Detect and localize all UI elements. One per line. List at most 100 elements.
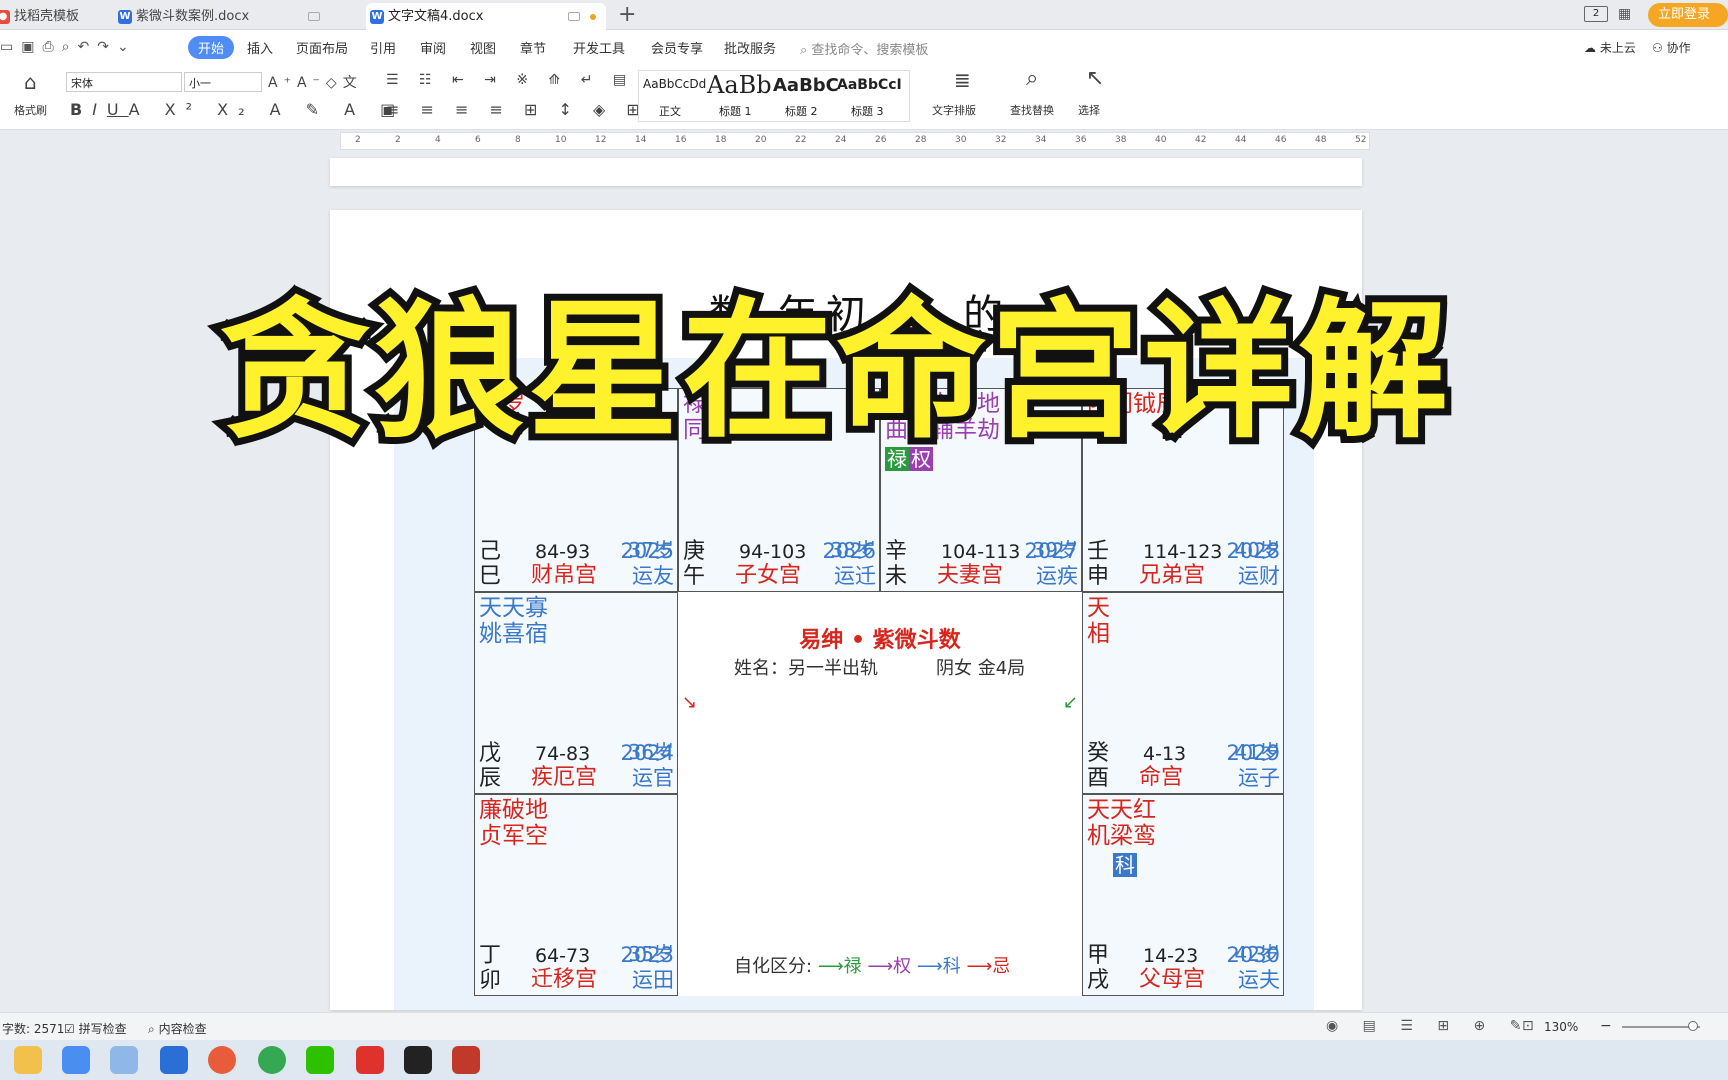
- palace-ganzhi: 戊辰: [479, 741, 502, 791]
- notes-icon[interactable]: [110, 1046, 138, 1074]
- menu-developer[interactable]: 开发工具: [573, 38, 625, 57]
- view-mode-icons[interactable]: ◉ ▤ ☰ ⊞ ⊕ ✎: [1326, 1018, 1531, 1034]
- lu-arrow-icon: ⟶: [817, 956, 844, 977]
- tab-label: 文字文稿4.docx: [388, 9, 484, 24]
- palace-year-value: 2024: [620, 741, 674, 765]
- text-layout-label[interactable]: 文字排版: [932, 102, 976, 118]
- wps-icon[interactable]: [356, 1046, 384, 1074]
- palace-year-value: 2029: [1226, 741, 1280, 765]
- palace-yun: 运夫: [1238, 968, 1280, 992]
- find-replace-label[interactable]: 查找替换: [1010, 102, 1054, 118]
- palace-cell: 禄同阴存星 庚午 94-103 子女宫 38岁 2026 运迁: [678, 388, 880, 592]
- menu-chapter[interactable]: 章节: [520, 38, 546, 57]
- align-tools-icons[interactable]: ≡ ≡ ≡ ≡ ⊞ ↕ ◈ ⊞: [386, 100, 648, 119]
- command-search[interactable]: ⌕ 查找命令、搜索模板: [800, 39, 928, 58]
- arrow-left-icon: ↘: [682, 692, 698, 713]
- zoom-level[interactable]: 130%: [1544, 1020, 1578, 1034]
- style-h1-label[interactable]: 标题 1: [719, 103, 752, 119]
- qq-icon[interactable]: [404, 1046, 432, 1074]
- window-icon[interactable]: [568, 12, 580, 21]
- ruler-tick: 42: [1195, 135, 1207, 145]
- font-family-select[interactable]: 宋体: [66, 72, 182, 92]
- spell-check[interactable]: ☑ 拼写检查: [64, 1020, 127, 1037]
- document-page[interactable]: 数 年初 子 的 府罗 己巳 84-93 财帛宫 37岁 2025 运友 禄同阴存…: [330, 210, 1362, 1010]
- ruler-tick: 2: [395, 135, 401, 145]
- style-gallery: AaBbCcDd 正文 AaBb 标题 1 AaBbC 标题 2 AaBbCcI…: [638, 70, 910, 122]
- palace-name: 子女宫: [735, 563, 802, 588]
- list-tools-icons[interactable]: ☰ ☷ ⇤ ⇥ ※ ⟰ ↵ ▤: [386, 72, 634, 88]
- chrome-icon[interactable]: [258, 1046, 286, 1074]
- menu-insert[interactable]: 插入: [247, 38, 273, 57]
- tab-case-doc[interactable]: W 紫微斗数案例.docx: [114, 3, 346, 30]
- zoom-slider-thumb[interactable]: [1688, 1021, 1698, 1031]
- cloud-status[interactable]: ☁ 未上云: [1584, 39, 1636, 56]
- palace-year-value: 2025: [620, 539, 674, 563]
- horizontal-ruler[interactable]: 2 2 4 6 8 10 12 14 16 18 20 22 24 26 28 30 32 34 36 38 40 42 4…: [340, 132, 1370, 150]
- window-icon[interactable]: [308, 12, 320, 21]
- palace-cell: 府罗 己巳 84-93 财帛宫 37岁 2025 运友: [474, 388, 678, 592]
- style-h1-preview[interactable]: AaBb: [707, 71, 772, 99]
- tab-label: 找稻壳模板: [14, 9, 80, 24]
- style-normal-preview[interactable]: AaBbCcDd: [643, 77, 706, 91]
- tab-templates[interactable]: ● 找稻壳模板: [0, 3, 92, 30]
- content-check[interactable]: ⌕ 内容检查: [148, 1020, 207, 1037]
- word-count[interactable]: 字数: 2571: [2, 1020, 64, 1037]
- quick-access-icons[interactable]: ▭▣⎙⌕↶↷⌄: [0, 39, 137, 55]
- palace-name: 命宫: [1139, 765, 1184, 790]
- fit-page-icon[interactable]: ⊡: [1522, 1018, 1534, 1034]
- font-tools-icons[interactable]: A⁺A⁻◇文: [268, 72, 363, 92]
- recorder-icon[interactable]: [452, 1046, 480, 1074]
- new-tab-button[interactable]: +: [618, 2, 636, 27]
- palace-cell: 天天红 机梁鸾 科 甲戌 14-23 父母宫 42岁 2030 运夫: [1082, 794, 1284, 996]
- quan-badge: 权: [909, 447, 933, 471]
- search-placeholder: 查找命令、搜索模板: [811, 43, 929, 58]
- menu-home[interactable]: 开始: [188, 36, 235, 59]
- ruler-tick: 18: [715, 135, 727, 145]
- grid-apps-icon[interactable]: ▦: [1618, 6, 1631, 22]
- store-icon[interactable]: [62, 1046, 90, 1074]
- text-style-icons[interactable]: BIUA X² X₂ A ✎ A ▣: [70, 100, 405, 119]
- ruler-tick: 34: [1035, 135, 1047, 145]
- ke-arrow-icon: ⟶: [916, 956, 943, 977]
- palace-yun: 运田: [632, 968, 674, 992]
- format-painter-label[interactable]: 格式刷: [14, 102, 47, 118]
- palace-name: 迁移宫: [531, 967, 598, 992]
- palace-ganzhi: 甲戌: [1087, 943, 1110, 993]
- mail-icon[interactable]: [160, 1046, 188, 1074]
- quan-arrow-icon: ⟶: [867, 956, 894, 977]
- font-size-select[interactable]: 小一: [184, 72, 262, 92]
- ruler-tick: 8: [515, 135, 521, 145]
- style-h3-label[interactable]: 标题 3: [851, 103, 884, 119]
- menu-member[interactable]: 会员专享: [651, 38, 703, 57]
- menu-references[interactable]: 引用: [370, 38, 396, 57]
- lu-badge: 禄: [885, 447, 909, 471]
- menu-review[interactable]: 审阅: [420, 38, 446, 57]
- select-cursor-icon[interactable]: ↖: [1086, 66, 1104, 91]
- browser-icon[interactable]: [208, 1046, 236, 1074]
- file-explorer-icon[interactable]: [14, 1046, 42, 1074]
- style-h2-label[interactable]: 标题 2: [785, 103, 818, 119]
- previous-page: [330, 158, 1362, 186]
- style-normal-label[interactable]: 正文: [659, 103, 681, 119]
- login-button[interactable]: 立即登录: [1648, 3, 1728, 27]
- text-layout-icon[interactable]: ≣: [954, 68, 971, 92]
- menu-correction[interactable]: 批改服务: [724, 38, 776, 57]
- palace-yun: 运疾: [1036, 564, 1078, 588]
- palace-name: 父母宫: [1139, 967, 1206, 992]
- tab-active-doc[interactable]: W 文字文稿4.docx: [366, 3, 606, 30]
- palace-year: 2026 运迁: [823, 539, 876, 589]
- format-painter-icon[interactable]: ⌂: [24, 70, 37, 94]
- palace-cell: 天相 癸酉 4-13 命宫 41岁 2029 运子: [1082, 592, 1284, 794]
- collab-button[interactable]: ⚇ 协作: [1652, 39, 1691, 56]
- style-h3-preview[interactable]: AaBbCcI: [837, 77, 902, 93]
- window-count-icon[interactable]: 2: [1584, 6, 1608, 22]
- checkbox-icon: ☑: [64, 1022, 75, 1036]
- zoom-out-button[interactable]: −: [1600, 1018, 1612, 1034]
- find-replace-icon[interactable]: ⌕: [1026, 66, 1038, 91]
- style-h2-preview[interactable]: AaBbC: [773, 75, 839, 96]
- palace-name: 夫妻宫: [937, 563, 1004, 588]
- menu-page-layout[interactable]: 页面布局: [296, 38, 348, 57]
- menu-view[interactable]: 视图: [470, 38, 496, 57]
- wechat-icon[interactable]: [306, 1046, 334, 1074]
- select-label[interactable]: 选择: [1078, 102, 1100, 118]
